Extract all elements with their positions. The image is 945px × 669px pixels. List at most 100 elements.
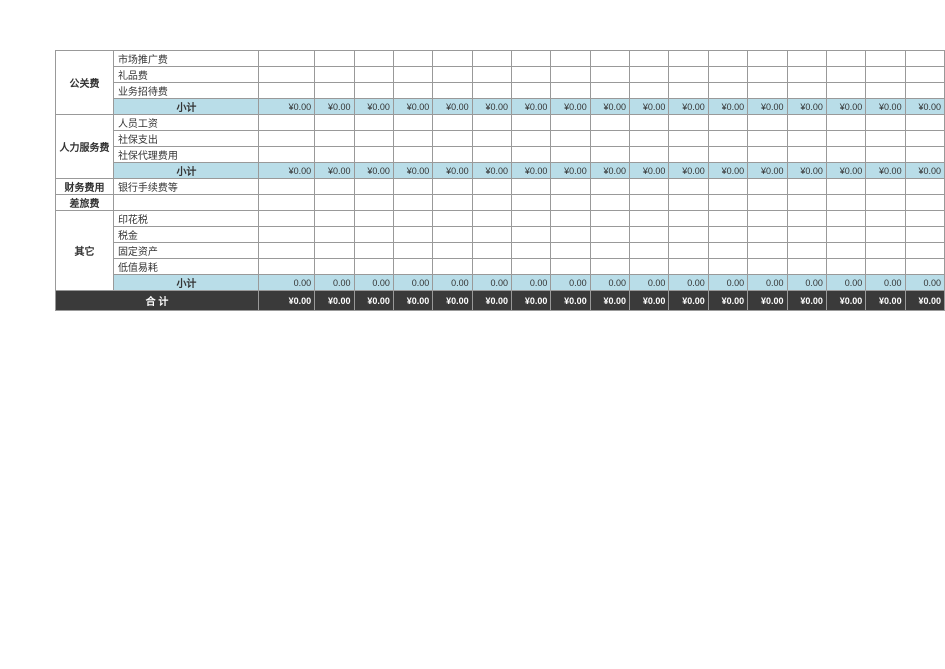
value-cell — [258, 147, 314, 163]
value-cell — [315, 51, 354, 67]
value-cell — [669, 179, 708, 195]
item-cell: 固定资产 — [113, 243, 258, 259]
value-cell: 0.00 — [787, 275, 826, 291]
value-cell — [708, 243, 747, 259]
value-cell — [866, 195, 905, 211]
item-cell: 市场推广费 — [113, 51, 258, 67]
value-cell: ¥0.00 — [669, 291, 708, 311]
value-cell — [354, 51, 393, 67]
value-cell — [551, 131, 590, 147]
value-cell — [669, 51, 708, 67]
value-cell — [511, 195, 550, 211]
value-cell — [905, 179, 944, 195]
value-cell — [866, 67, 905, 83]
value-cell — [551, 195, 590, 211]
value-cell — [315, 211, 354, 227]
value-cell: ¥0.00 — [826, 99, 865, 115]
value-cell — [708, 67, 747, 83]
value-cell: ¥0.00 — [866, 99, 905, 115]
value-cell — [905, 195, 944, 211]
value-cell: 0.00 — [905, 275, 944, 291]
value-cell — [590, 259, 629, 275]
table-row: 财务费用银行手续费等 — [56, 179, 945, 195]
grand-total-row: 合 计¥0.00¥0.00¥0.00¥0.00¥0.00¥0.00¥0.00¥0… — [56, 291, 945, 311]
value-cell — [748, 243, 787, 259]
value-cell — [630, 259, 669, 275]
value-cell — [551, 115, 590, 131]
value-cell — [393, 243, 432, 259]
value-cell: ¥0.00 — [669, 163, 708, 179]
value-cell — [511, 131, 550, 147]
value-cell — [748, 51, 787, 67]
value-cell: 0.00 — [669, 275, 708, 291]
value-cell — [511, 227, 550, 243]
table-row: 低值易耗 — [56, 259, 945, 275]
value-cell — [905, 67, 944, 83]
value-cell: ¥0.00 — [630, 99, 669, 115]
value-cell: ¥0.00 — [258, 163, 314, 179]
value-cell — [787, 195, 826, 211]
subtotal-row: 小计¥0.00¥0.00¥0.00¥0.00¥0.00¥0.00¥0.00¥0.… — [56, 163, 945, 179]
value-cell: ¥0.00 — [258, 99, 314, 115]
value-cell — [826, 179, 865, 195]
value-cell — [511, 67, 550, 83]
value-cell — [433, 131, 472, 147]
value-cell — [551, 147, 590, 163]
value-cell — [433, 227, 472, 243]
value-cell — [748, 195, 787, 211]
value-cell — [315, 259, 354, 275]
value-cell — [472, 83, 511, 99]
value-cell: ¥0.00 — [826, 291, 865, 311]
value-cell — [393, 147, 432, 163]
value-cell — [669, 211, 708, 227]
value-cell — [433, 179, 472, 195]
value-cell: 0.00 — [315, 275, 354, 291]
value-cell — [669, 83, 708, 99]
value-cell: 0.00 — [354, 275, 393, 291]
value-cell — [393, 67, 432, 83]
item-cell: 社保代理费用 — [113, 147, 258, 163]
value-cell: ¥0.00 — [590, 163, 629, 179]
value-cell — [472, 131, 511, 147]
value-cell — [748, 227, 787, 243]
category-cell: 财务费用 — [56, 179, 114, 195]
value-cell — [866, 115, 905, 131]
value-cell — [472, 243, 511, 259]
value-cell — [630, 243, 669, 259]
value-cell — [866, 243, 905, 259]
value-cell: ¥0.00 — [905, 99, 944, 115]
value-cell — [866, 211, 905, 227]
value-cell: ¥0.00 — [630, 163, 669, 179]
value-cell — [551, 83, 590, 99]
value-cell — [826, 51, 865, 67]
table-row: 公关费市场推广费 — [56, 51, 945, 67]
subtotal-label: 小计 — [113, 99, 258, 115]
value-cell — [472, 51, 511, 67]
value-cell — [826, 259, 865, 275]
value-cell — [551, 259, 590, 275]
value-cell — [787, 243, 826, 259]
value-cell — [866, 51, 905, 67]
value-cell — [433, 67, 472, 83]
value-cell — [472, 211, 511, 227]
value-cell — [669, 259, 708, 275]
table-row: 社保代理费用 — [56, 147, 945, 163]
value-cell — [258, 227, 314, 243]
value-cell — [393, 131, 432, 147]
value-cell: ¥0.00 — [315, 163, 354, 179]
value-cell — [393, 227, 432, 243]
value-cell: ¥0.00 — [258, 291, 314, 311]
item-cell: 人员工资 — [113, 115, 258, 131]
value-cell — [590, 211, 629, 227]
subtotal-row: 小计0.000.000.000.000.000.000.000.000.000.… — [56, 275, 945, 291]
value-cell: ¥0.00 — [866, 163, 905, 179]
value-cell — [905, 211, 944, 227]
value-cell: 0.00 — [630, 275, 669, 291]
value-cell — [866, 83, 905, 99]
value-cell — [787, 259, 826, 275]
value-cell — [669, 243, 708, 259]
value-cell — [708, 227, 747, 243]
value-cell — [748, 115, 787, 131]
item-cell: 印花税 — [113, 211, 258, 227]
value-cell — [511, 51, 550, 67]
